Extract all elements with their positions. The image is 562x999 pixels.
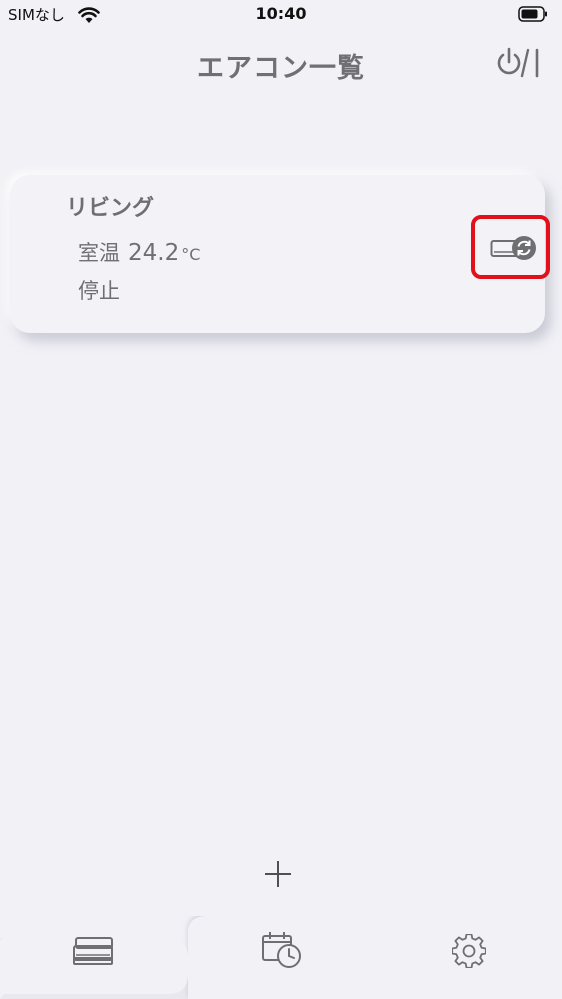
power-toggle-icon[interactable] bbox=[496, 46, 542, 80]
status-bar: SIMなし 10:40 bbox=[0, 0, 562, 30]
calendar-clock-icon bbox=[261, 932, 301, 968]
plus-icon[interactable] bbox=[262, 858, 294, 890]
tab-units[interactable] bbox=[0, 916, 188, 999]
room-temperature: 室温 24.2 °C bbox=[78, 237, 200, 267]
tab-timer[interactable] bbox=[188, 916, 375, 999]
air-conditioner-sync-icon[interactable] bbox=[490, 235, 538, 263]
temp-unit: °C bbox=[181, 245, 201, 264]
tab-settings[interactable] bbox=[375, 916, 562, 999]
status-time: 10:40 bbox=[255, 4, 307, 23]
tab-bar bbox=[0, 916, 562, 999]
gear-icon bbox=[451, 934, 486, 968]
unit-card[interactable]: リビング 室温 24.2 °C 停止 bbox=[10, 175, 550, 333]
operation-status: 停止 bbox=[78, 279, 120, 303]
temp-value: 24.2 bbox=[128, 240, 180, 266]
temp-label: 室温 bbox=[78, 241, 120, 265]
air-conditioner-list-icon bbox=[73, 937, 113, 965]
unit-name: リビング bbox=[66, 196, 155, 221]
battery-icon bbox=[518, 6, 547, 22]
page-title: エアコン一覧 bbox=[197, 53, 365, 84]
